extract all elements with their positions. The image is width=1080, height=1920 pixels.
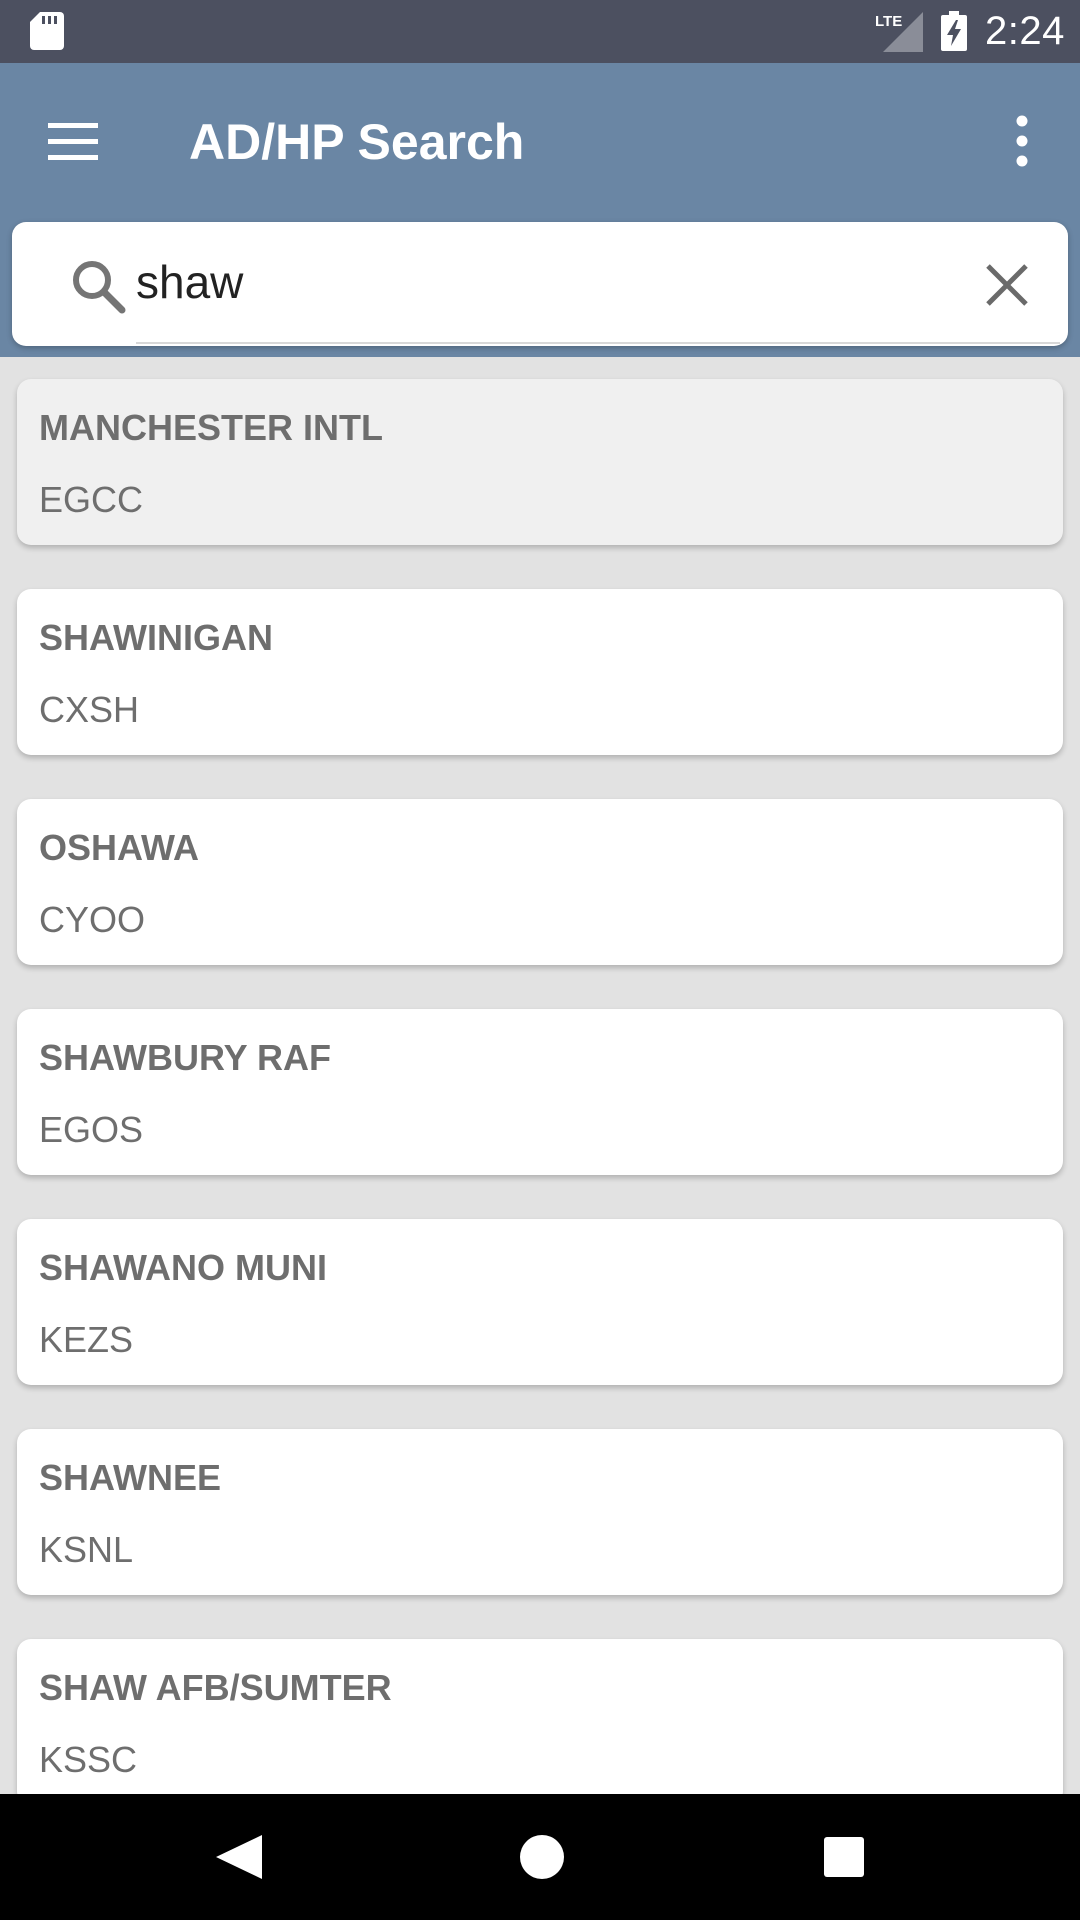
result-code: KSNL xyxy=(39,1529,134,1570)
search-input[interactable] xyxy=(136,244,936,320)
clock: 2:24 xyxy=(985,9,1065,53)
status-bar: LTE 2:24 xyxy=(0,0,1080,63)
screen: LTE 2:24 AD/HP Search shaw MANCHESTER IN… xyxy=(0,0,1080,1920)
result-item[interactable]: SHAWBURY RAF EGOS xyxy=(17,1009,1063,1175)
search-bar xyxy=(12,222,1068,346)
more-vert-icon[interactable] xyxy=(1004,113,1040,169)
result-code: KEZS xyxy=(39,1319,134,1360)
page-title: AD/HP Search xyxy=(189,114,525,170)
result-item[interactable]: SHAW AFB/SUMTER KSSC xyxy=(17,1639,1063,1794)
result-name: SHAW AFB/SUMTER xyxy=(39,1667,392,1708)
result-code: KSSC xyxy=(39,1739,138,1780)
result-name: SHAWANO MUNI xyxy=(39,1247,327,1288)
result-item[interactable]: MANCHESTER INTL EGCC xyxy=(17,379,1063,545)
back-icon[interactable] xyxy=(210,1827,270,1887)
result-item[interactable]: SHAWINIGAN CXSH xyxy=(17,589,1063,755)
result-name: OSHAWA xyxy=(39,827,200,868)
clear-icon[interactable] xyxy=(982,260,1032,310)
results-list: MANCHESTER INTL EGCC SHAWINIGAN CXSH OSH… xyxy=(0,357,1080,1794)
search-icon[interactable] xyxy=(70,258,128,316)
svg-text:LTE: LTE xyxy=(875,13,902,30)
home-icon[interactable] xyxy=(512,1827,572,1887)
result-code: EGCC xyxy=(39,479,144,520)
result-name: SHAWNEE xyxy=(39,1457,222,1498)
battery-charging-icon xyxy=(941,11,967,51)
result-name: SHAWINIGAN xyxy=(39,617,273,658)
recents-icon[interactable] xyxy=(820,1827,870,1887)
search-underline xyxy=(136,342,1060,344)
result-item[interactable]: OSHAWA CYOO xyxy=(17,799,1063,965)
system-nav-bar xyxy=(0,1794,1080,1920)
result-name: MANCHESTER INTL xyxy=(39,407,383,448)
result-item[interactable]: SHAWNEE KSNL xyxy=(17,1429,1063,1595)
result-item[interactable]: SHAWANO MUNI KEZS xyxy=(17,1219,1063,1385)
result-code: EGOS xyxy=(39,1109,144,1150)
sd-card-icon xyxy=(30,12,64,50)
result-name: SHAWBURY RAF xyxy=(39,1037,332,1078)
menu-icon[interactable] xyxy=(46,115,100,169)
result-code: CYOO xyxy=(39,899,146,940)
lte-signal-icon: LTE xyxy=(875,12,923,52)
result-code: CXSH xyxy=(39,689,140,730)
